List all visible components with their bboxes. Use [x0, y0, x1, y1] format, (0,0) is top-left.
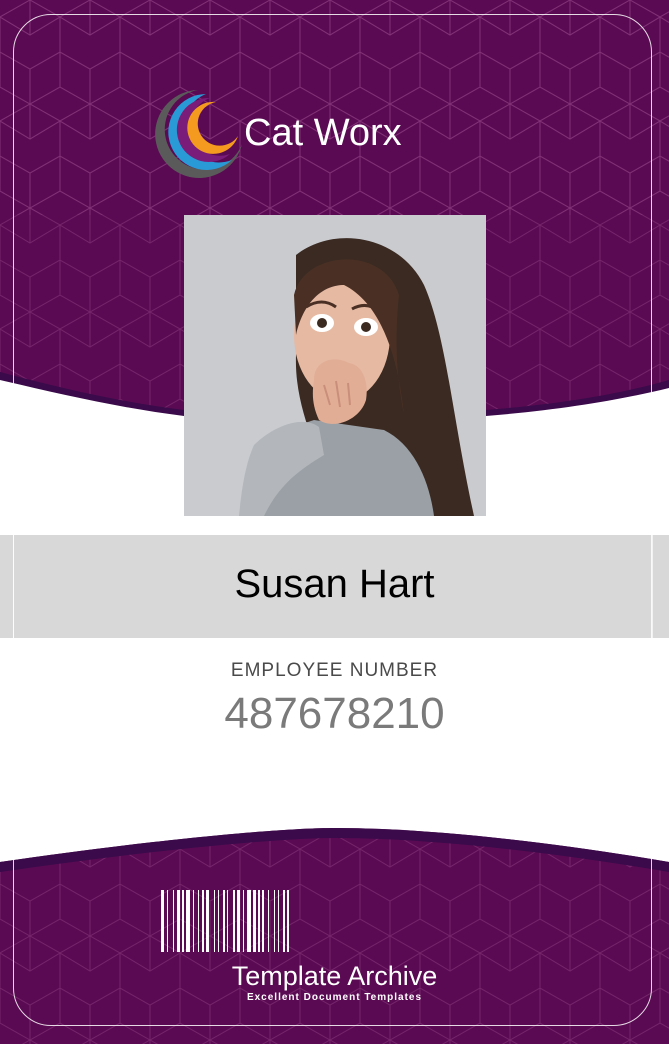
barcode-bar	[214, 890, 215, 952]
barcode-bar	[247, 890, 251, 952]
employee-name: Susan Hart	[234, 562, 435, 606]
barcode-bar	[258, 890, 260, 952]
barcode-bar	[268, 890, 269, 952]
barcode-bar	[274, 890, 275, 952]
barcode-bar	[227, 890, 228, 952]
employee-photo	[184, 215, 486, 516]
barcode-icon	[161, 890, 289, 952]
barcode-bar	[253, 890, 256, 952]
barcode-bar	[182, 890, 184, 952]
barcode-bar	[161, 890, 164, 952]
company-name: Cat Worx	[244, 112, 402, 154]
employee-number: 487678210	[224, 689, 445, 738]
id-card: Cat Worx Susan Hart EMPLOYEE NUMBER 4876…	[0, 0, 669, 1044]
barcode-bar	[206, 890, 209, 952]
barcode-bar	[186, 890, 190, 952]
company-logo: Cat Worx	[148, 84, 438, 184]
barcode-bar	[173, 890, 174, 952]
crescent-rings-icon	[155, 90, 242, 178]
barcode-bar	[233, 890, 235, 952]
barcode-bar	[223, 890, 225, 952]
barcode-bar	[237, 890, 240, 952]
barcode-bar	[262, 890, 264, 952]
barcode-bar	[278, 890, 279, 952]
barcode-bar	[218, 890, 219, 952]
footer-tagline: Excellent Document Templates	[246, 992, 423, 1003]
footer-brand: Template Archive	[231, 961, 438, 991]
employee-number-label: EMPLOYEE NUMBER	[230, 660, 439, 681]
barcode-bar	[193, 890, 194, 952]
barcode-bar	[198, 890, 199, 952]
barcode-bar	[202, 890, 204, 952]
barcode-bar	[243, 890, 244, 952]
barcode-bar	[287, 890, 289, 952]
barcode-bar	[177, 890, 180, 952]
barcode-bar	[167, 890, 168, 952]
barcode-bar	[283, 890, 285, 952]
